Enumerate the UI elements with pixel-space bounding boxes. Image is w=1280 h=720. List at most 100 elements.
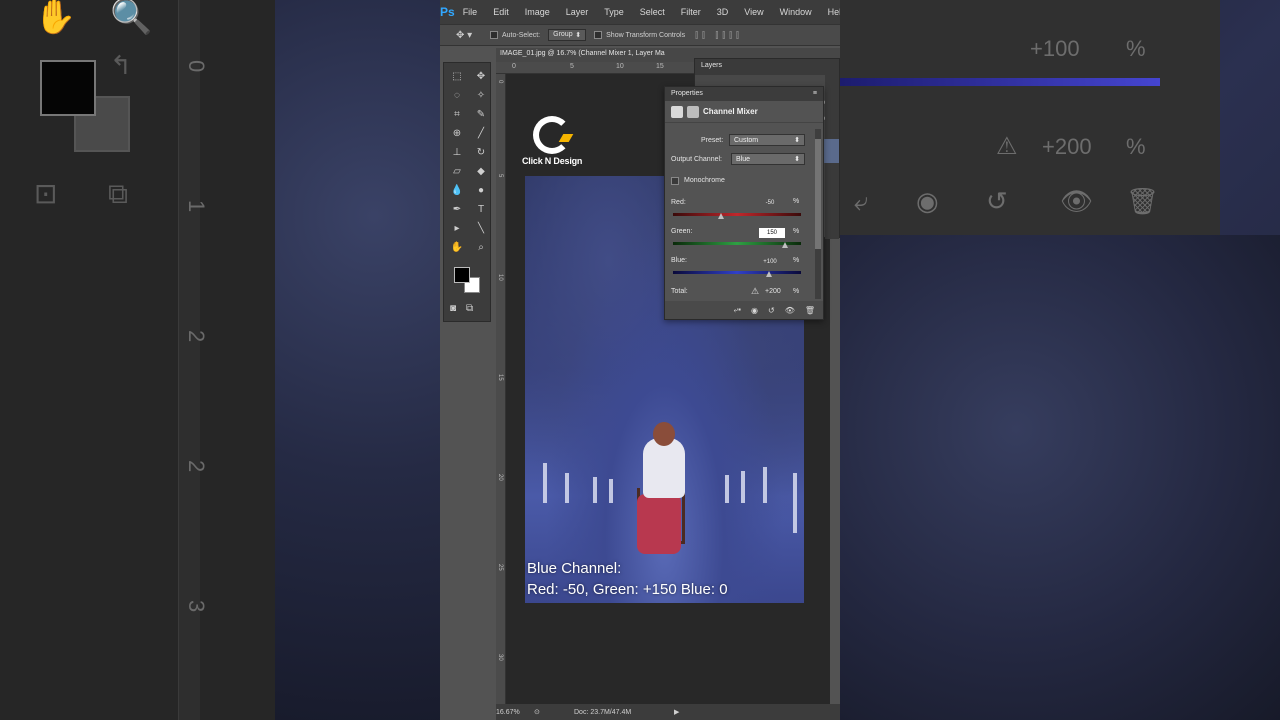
menu-layer[interactable]: Layer [558,7,597,17]
history-brush-icon[interactable]: ↻ [470,143,492,161]
background-right: +100 % ⚠ +200 % ⤶ ◉ ↺ 👁 🗑 [840,0,1280,720]
monochrome-checkbox[interactable] [671,177,679,185]
tools-bottom-row: ◙ ⧉ [450,303,473,314]
status-bar: 16.67% ⊙ Doc: 23.7M/47.4M ▶ [496,704,840,720]
reset-icon[interactable]: ↺ [768,306,775,315]
menu-3d[interactable]: 3D [709,7,737,17]
eyedropper-icon[interactable]: ✎ [470,105,492,123]
pen-tool-icon[interactable]: ✒ [446,200,468,218]
preset-dropdown[interactable]: Custom ⬍ [729,134,805,146]
visibility-eye-icon[interactable]: 👁 [785,306,795,315]
adjustment-layer-icon [671,105,683,118]
zoom-level[interactable]: 16.67% [496,709,530,716]
blue-slider-thumb[interactable] [766,271,772,277]
menu-edit[interactable]: Edit [485,7,517,17]
background-warning-icon: ⚠ [996,133,1018,160]
properties-tab[interactable]: Properties [671,90,703,98]
menu-image[interactable]: Image [517,7,558,17]
layers-selected-row[interactable] [823,139,839,163]
output-channel-value: Blue [736,155,751,163]
background-ruler: 0 1 2 2 3 [178,0,209,720]
monochrome-label: Monochrome [684,177,725,184]
dropdown-arrow-icon: ⬍ [794,156,800,163]
paint-bucket-icon[interactable]: ◆ [470,162,492,180]
layer-mask-icon[interactable] [687,105,699,118]
background-hand-icon: ✋ [34,0,77,36]
preset-label: Preset: [701,137,724,144]
foreground-color-swatch[interactable] [454,267,470,283]
menu-help[interactable]: Help [820,7,840,17]
blue-label: Blue: [671,257,687,264]
ruler-h-5: 5 [570,63,574,70]
tools-grid: ⬚ ✥ ◌ ✧ ⌗ ✎ ⊕ ╱ ⊥ ↻ ▱ ◆ 💧 ● ✒ T ▸ ╲ ✋ ⌕ [444,63,490,260]
background-fg-swatch [40,60,96,116]
green-value-field[interactable]: 150 [759,228,785,238]
crop-tool-icon[interactable]: ⌗ [446,105,468,123]
zoom-tool-icon[interactable]: ⌕ [470,238,492,256]
dodge-tool-icon[interactable]: ● [470,181,492,199]
line-tool-icon[interactable]: ╲ [470,219,492,237]
menu-file[interactable]: File [455,7,486,17]
transform-controls-checkbox[interactable] [594,31,603,39]
tree-trunk [565,473,569,503]
marquee-tool-icon[interactable]: ⬚ [446,67,468,85]
healing-brush-icon[interactable]: ⊕ [446,124,468,142]
blue-slider[interactable] [673,271,801,274]
background-value-1: +100 [1030,36,1080,61]
view-previous-icon[interactable]: ◉ [751,306,758,315]
red-slider[interactable] [673,213,801,216]
delete-trash-icon[interactable]: 🗑 [805,306,815,315]
quick-mask-icon[interactable]: ◙ [450,303,456,314]
menu-view[interactable]: View [736,7,771,17]
align-icons[interactable]: ⫿⫿ ⫿⫿⫿⫿ [695,30,743,41]
output-channel-label: Output Channel: [671,156,722,163]
blue-value-field[interactable]: +100 [757,257,783,267]
eraser-tool-icon[interactable]: ▱ [446,162,468,180]
move-tool-icon[interactable]: ✥ [470,67,492,85]
tree-trunk [543,463,547,503]
properties-scrollbar[interactable] [815,129,821,299]
tree-trunk [741,471,745,503]
auto-select-checkbox[interactable] [490,31,498,39]
auto-select-dropdown[interactable]: Group ⬍ [548,29,587,41]
background-zoom-icon: 🔍 [110,0,153,36]
menu-window[interactable]: Window [772,7,820,17]
red-label: Red: [671,199,686,206]
clip-to-layer-icon[interactable]: ⤶▪ [734,305,741,315]
status-icon[interactable]: ⊙ [534,708,574,716]
red-value-field[interactable]: -50 [757,198,783,208]
background-view-icon: ◉ [916,186,939,216]
logo-text: Click N Design [522,156,583,166]
red-slider-thumb[interactable] [718,213,724,219]
magic-wand-icon[interactable]: ✧ [470,86,492,104]
move-tool-preset-icon[interactable]: ✥ ▾ [456,30,482,41]
green-slider-thumb[interactable] [782,242,788,248]
hand-tool-icon[interactable]: ✋ [446,238,468,256]
scrollbar-thumb[interactable] [815,139,821,249]
brush-tool-icon[interactable]: ╱ [470,124,492,142]
menu-type[interactable]: Type [596,7,632,17]
status-arrow-icon[interactable]: ▶ [674,708,679,716]
background-forest-left [275,0,440,720]
ruler-h-10: 10 [616,63,624,70]
panel-menu-icon[interactable]: ≡ [813,90,817,98]
menu-filter[interactable]: Filter [673,7,709,17]
clone-stamp-icon[interactable]: ⊥ [446,143,468,161]
type-tool-icon[interactable]: T [470,200,492,218]
blur-tool-icon[interactable]: 💧 [446,181,468,199]
ruler-v-5: 5 [497,174,503,178]
layers-tab[interactable]: Layers [695,59,839,75]
background-swap-icon: ↰ [110,50,132,80]
screen-mode-icon[interactable]: ⧉ [466,303,473,314]
output-channel-dropdown[interactable]: Blue ⬍ [731,153,805,165]
ruler-v-25: 25 [497,564,503,571]
lasso-tool-icon[interactable]: ◌ [446,86,468,104]
path-selection-icon[interactable]: ▸ [446,219,468,237]
transform-controls-label: Show Transform Controls [606,31,686,39]
total-value: +200 [765,288,781,295]
ruler-v-0: 0 [497,80,503,84]
background-slider [840,78,1160,86]
menu-select[interactable]: Select [632,7,673,17]
menu-bar: Ps File Edit Image Layer Type Select Fil… [440,0,840,24]
caption-line-1: Blue Channel: [527,560,622,577]
